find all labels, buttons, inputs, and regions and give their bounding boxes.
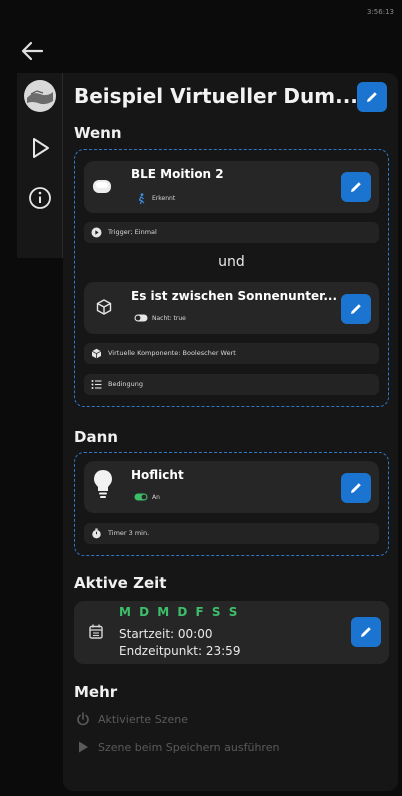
- action-card-title: Hoflicht: [131, 468, 184, 482]
- scene-avatar[interactable]: [23, 79, 57, 113]
- rail-info-button[interactable]: [23, 181, 57, 215]
- aktivierte-szene-toggle[interactable]: Aktivierte Szene: [98, 713, 188, 726]
- section-dann: Dann: [74, 428, 118, 446]
- section-wenn: Wenn: [74, 124, 122, 142]
- pencil-icon: [351, 304, 361, 314]
- list-icon: [91, 380, 102, 389]
- motion-sensor-icon: [93, 180, 111, 193]
- cube-icon: [96, 299, 112, 315]
- stopwatch-icon: [92, 528, 101, 539]
- section-mehr: Mehr: [74, 683, 118, 701]
- cube-filled-icon: [91, 348, 102, 359]
- play-outline-icon: [33, 138, 49, 158]
- toggle-on-icon: [134, 314, 148, 322]
- und-connector: und: [218, 254, 245, 270]
- scene-image-icon: [24, 80, 56, 112]
- pencil-icon: [351, 182, 361, 192]
- edit-action-button[interactable]: [341, 473, 371, 503]
- pencil-icon: [367, 92, 377, 102]
- add-condition-pill[interactable]: Bedingung: [84, 374, 379, 395]
- info-icon: [29, 187, 51, 209]
- active-days: M D M D F S S: [119, 605, 240, 619]
- condition-card-badge: Nacht: true: [152, 315, 186, 322]
- end-time: Endzeitpunkt: 23:59: [119, 644, 241, 658]
- edit-condition-button[interactable]: [341, 294, 371, 324]
- back-arrow-icon: [21, 41, 44, 61]
- condition-card-title: Es ist zwischen Sonnenunter...: [131, 289, 338, 303]
- play-icon: [79, 741, 88, 753]
- trigger-card-ble-motion[interactable]: [84, 161, 379, 213]
- calendar-icon: [89, 624, 103, 639]
- pencil-icon: [351, 483, 361, 493]
- back-button[interactable]: [16, 34, 50, 68]
- trigger-card-title: BLE Moition 2: [131, 167, 224, 181]
- status-bar: 3:56:13: [0, 0, 402, 30]
- rail-play-button[interactable]: [23, 131, 57, 165]
- virtual-component-text: Virtuelle Komponente: Boolescher Wert: [108, 349, 236, 357]
- section-aktive-zeit: Aktive Zeit: [74, 574, 167, 592]
- edit-trigger-button[interactable]: [341, 172, 371, 202]
- timer-text: Timer 3 min.: [108, 529, 150, 537]
- run-on-save-button[interactable]: Szene beim Speichern ausführen: [98, 741, 279, 754]
- trigger-card-badge: Erkennt: [152, 195, 176, 202]
- trigger-mode-text: Trigger; Einmal: [108, 228, 157, 236]
- light-bulb-icon: [94, 470, 112, 498]
- side-rail: [17, 73, 63, 258]
- pencil-icon: [361, 627, 371, 637]
- play-circle-icon: [91, 227, 102, 238]
- trigger-mode-pill[interactable]: Trigger; Einmal: [84, 222, 379, 243]
- add-condition-text: Bedingung: [108, 380, 144, 388]
- virtual-component-pill[interactable]: Virtuelle Komponente: Boolescher Wert: [84, 343, 379, 364]
- status-time: 3:56:13: [367, 8, 394, 16]
- start-time: Startzeit: 00:00: [119, 627, 213, 641]
- timer-pill[interactable]: Timer 3 min.: [84, 523, 379, 544]
- power-icon: [77, 712, 89, 726]
- toggle-on-icon: [134, 493, 148, 501]
- action-card-hoflicht[interactable]: [84, 461, 379, 513]
- person-walking-icon: [138, 193, 145, 204]
- edit-scene-button[interactable]: [357, 82, 387, 112]
- edit-active-time-button[interactable]: [351, 617, 381, 647]
- page-title: Beispiel Virtueller Dum...: [74, 84, 358, 108]
- action-card-badge: An: [152, 494, 160, 501]
